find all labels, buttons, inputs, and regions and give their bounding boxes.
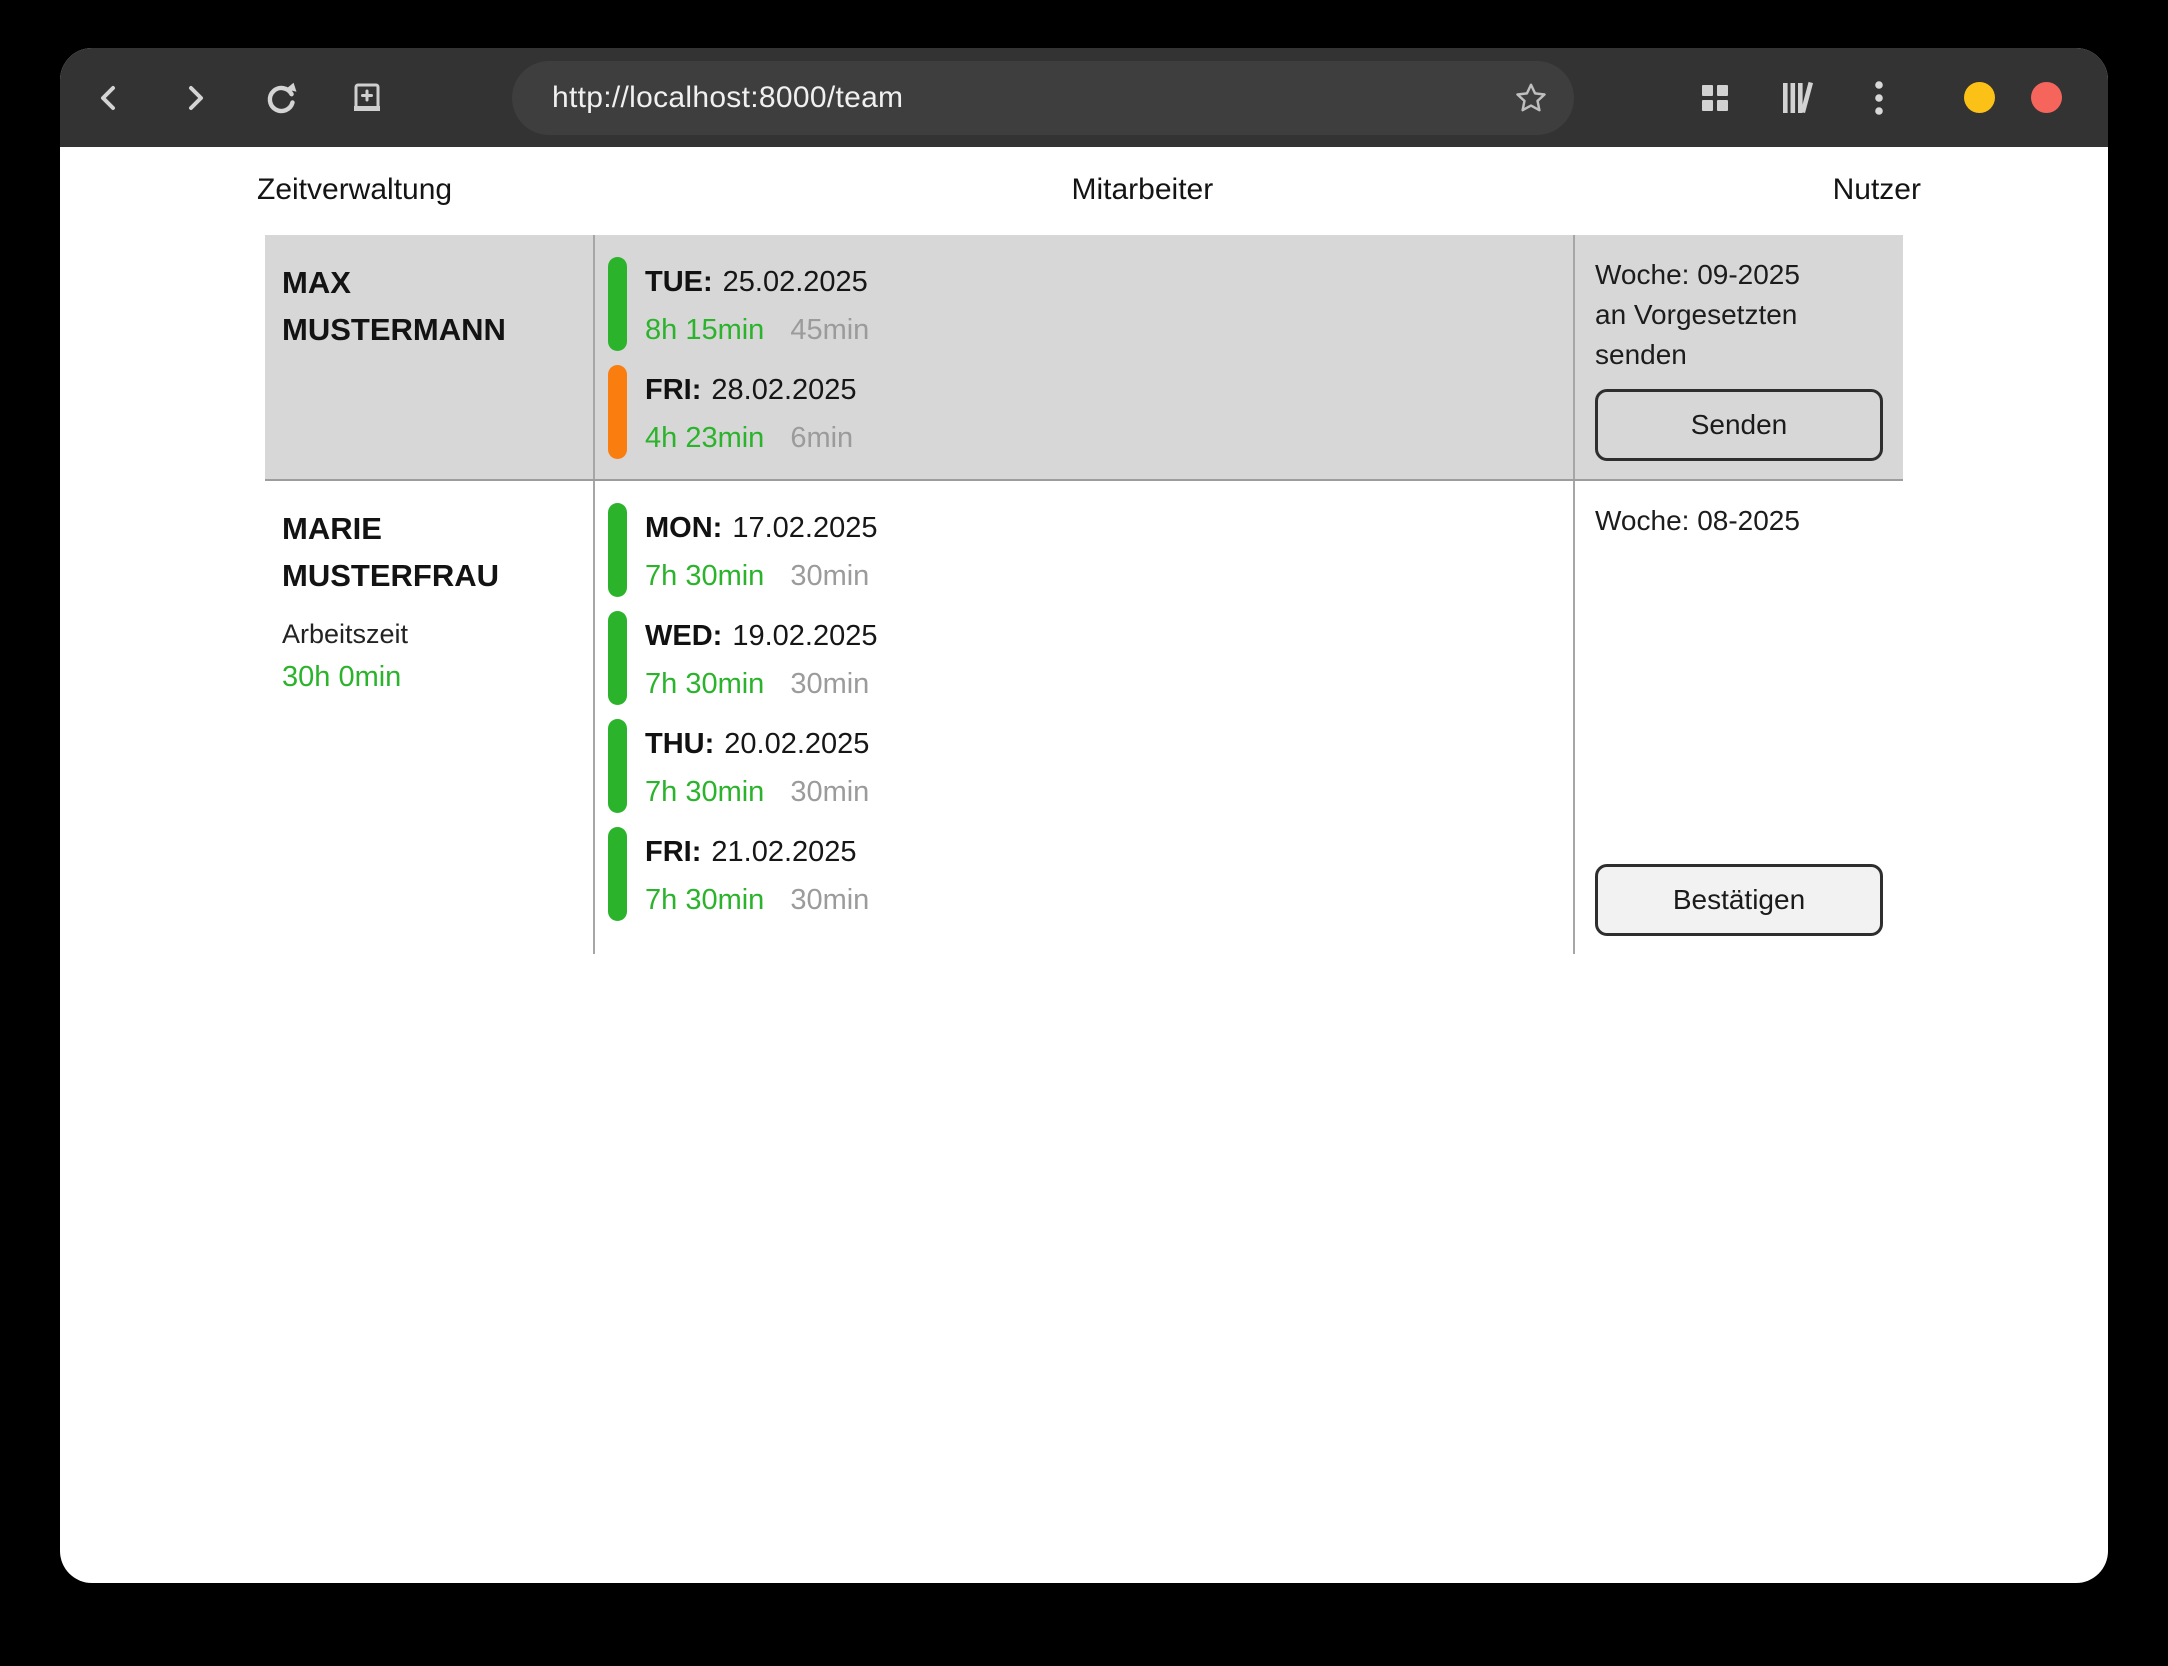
entry-worked-time: 7h 30min bbox=[645, 776, 764, 808]
status-pill bbox=[608, 503, 627, 597]
employee-last-name: MUSTERFRAU bbox=[282, 552, 583, 599]
entry-day: WED: bbox=[645, 620, 722, 652]
employee-name-cell: MARIE MUSTERFRAU Arbeitszeit 30h 0min bbox=[265, 481, 593, 954]
entry-worked-time: 4h 23min bbox=[645, 422, 764, 454]
browser-toolbar: http://localhost:8000/team bbox=[60, 48, 2108, 147]
status-pill bbox=[608, 611, 627, 705]
back-button[interactable] bbox=[86, 71, 132, 125]
week-info: Woche: 09-2025 an Vorgesetzten senden bbox=[1595, 255, 1883, 375]
entry-day: FRI: bbox=[645, 836, 701, 868]
day-entry: FRI: 21.02.2025 7h 30min 30min bbox=[608, 827, 1563, 921]
entry-date: 21.02.2025 bbox=[711, 836, 856, 868]
url-input[interactable]: http://localhost:8000/team bbox=[552, 81, 1514, 115]
status-pill bbox=[608, 827, 627, 921]
library-icon bbox=[1778, 80, 1816, 116]
entry-pause-time: 6min bbox=[790, 422, 853, 454]
new-tab-button[interactable] bbox=[344, 71, 390, 125]
browser-window: http://localhost:8000/team bbox=[60, 48, 2108, 1583]
employee-row-max-mustermann: MAX MUSTERMANN TUE: 25.02.2025 bbox=[265, 235, 1903, 481]
bookmark-star-icon[interactable] bbox=[1514, 81, 1548, 115]
entry-date: 25.02.2025 bbox=[723, 266, 868, 298]
status-pill bbox=[608, 365, 627, 459]
entry-date: 17.02.2025 bbox=[732, 512, 877, 544]
employee-row-marie-musterfrau: MARIE MUSTERFRAU Arbeitszeit 30h 0min MO… bbox=[265, 481, 1903, 954]
window-close-button[interactable] bbox=[2031, 82, 2062, 113]
window-minimize-button[interactable] bbox=[1964, 82, 1995, 113]
grid-icon bbox=[1700, 83, 1730, 113]
entry-date: 20.02.2025 bbox=[724, 728, 869, 760]
worktime-value: 30h 0min bbox=[282, 657, 583, 697]
status-pill bbox=[608, 257, 627, 351]
forward-icon bbox=[177, 80, 213, 116]
tab-overview-button[interactable] bbox=[1692, 71, 1738, 125]
entry-worked-time: 7h 30min bbox=[645, 668, 764, 700]
reload-button[interactable] bbox=[258, 71, 304, 125]
day-entry: THU: 20.02.2025 7h 30min 30min bbox=[608, 719, 1563, 813]
worktime-label: Arbeitszeit bbox=[282, 615, 583, 653]
nav-zeitverwaltung[interactable]: Zeitverwaltung bbox=[257, 173, 452, 207]
employee-name-cell: MAX MUSTERMANN bbox=[265, 235, 593, 479]
entry-day: FRI: bbox=[645, 374, 701, 406]
entry-worked-time: 7h 30min bbox=[645, 560, 764, 592]
entry-pause-time: 30min bbox=[790, 776, 869, 808]
day-entry: MON: 17.02.2025 7h 30min 30min bbox=[608, 503, 1563, 597]
entry-pause-time: 30min bbox=[790, 884, 869, 916]
kebab-menu-icon bbox=[1873, 79, 1885, 117]
new-tab-icon bbox=[348, 79, 386, 117]
day-entries-cell: TUE: 25.02.2025 8h 15min 45min bbox=[593, 235, 1573, 479]
day-entry: TUE: 25.02.2025 8h 15min 45min bbox=[608, 257, 1563, 351]
toolbar-right-group bbox=[1692, 71, 2062, 125]
send-button[interactable]: Senden bbox=[1595, 389, 1883, 461]
forward-button[interactable] bbox=[172, 71, 218, 125]
entry-worked-time: 8h 15min bbox=[645, 314, 764, 346]
day-entry: FRI: 28.02.2025 4h 23min 6min bbox=[608, 365, 1563, 459]
week-info: Woche: 08-2025 bbox=[1595, 501, 1883, 541]
week-action-cell: Woche: 08-2025 Bestätigen bbox=[1573, 481, 1903, 954]
team-page: Zeitverwaltung Mitarbeiter Nutzer MAX MU… bbox=[60, 147, 2108, 954]
entry-date: 28.02.2025 bbox=[711, 374, 856, 406]
employee-last-name: MUSTERMANN bbox=[282, 306, 583, 353]
entry-pause-time: 45min bbox=[790, 314, 869, 346]
entry-day: TUE: bbox=[645, 266, 713, 298]
back-icon bbox=[91, 80, 127, 116]
library-button[interactable] bbox=[1774, 71, 1820, 125]
menu-button[interactable] bbox=[1856, 71, 1902, 125]
nav-mitarbeiter[interactable]: Mitarbeiter bbox=[1072, 173, 1214, 207]
nav-nutzer[interactable]: Nutzer bbox=[1833, 173, 1921, 207]
day-entries-cell: MON: 17.02.2025 7h 30min 30min bbox=[593, 481, 1573, 954]
page-header-nav: Zeitverwaltung Mitarbeiter Nutzer bbox=[257, 173, 1921, 207]
reload-icon bbox=[262, 79, 300, 117]
confirm-button[interactable]: Bestätigen bbox=[1595, 864, 1883, 936]
nav-button-group bbox=[86, 71, 390, 125]
week-action-cell: Woche: 09-2025 an Vorgesetzten senden Se… bbox=[1573, 235, 1903, 479]
url-bar[interactable]: http://localhost:8000/team bbox=[512, 61, 1574, 135]
entry-day: THU: bbox=[645, 728, 714, 760]
day-entry: WED: 19.02.2025 7h 30min 30min bbox=[608, 611, 1563, 705]
entry-pause-time: 30min bbox=[790, 668, 869, 700]
team-table: MAX MUSTERMANN TUE: 25.02.2025 bbox=[265, 235, 1903, 954]
entry-day: MON: bbox=[645, 512, 722, 544]
employee-first-name: MAX bbox=[282, 259, 583, 306]
status-pill bbox=[608, 719, 627, 813]
employee-first-name: MARIE bbox=[282, 505, 583, 552]
entry-date: 19.02.2025 bbox=[732, 620, 877, 652]
screen: http://localhost:8000/team bbox=[0, 0, 2168, 1666]
entry-worked-time: 7h 30min bbox=[645, 884, 764, 916]
entry-pause-time: 30min bbox=[790, 560, 869, 592]
